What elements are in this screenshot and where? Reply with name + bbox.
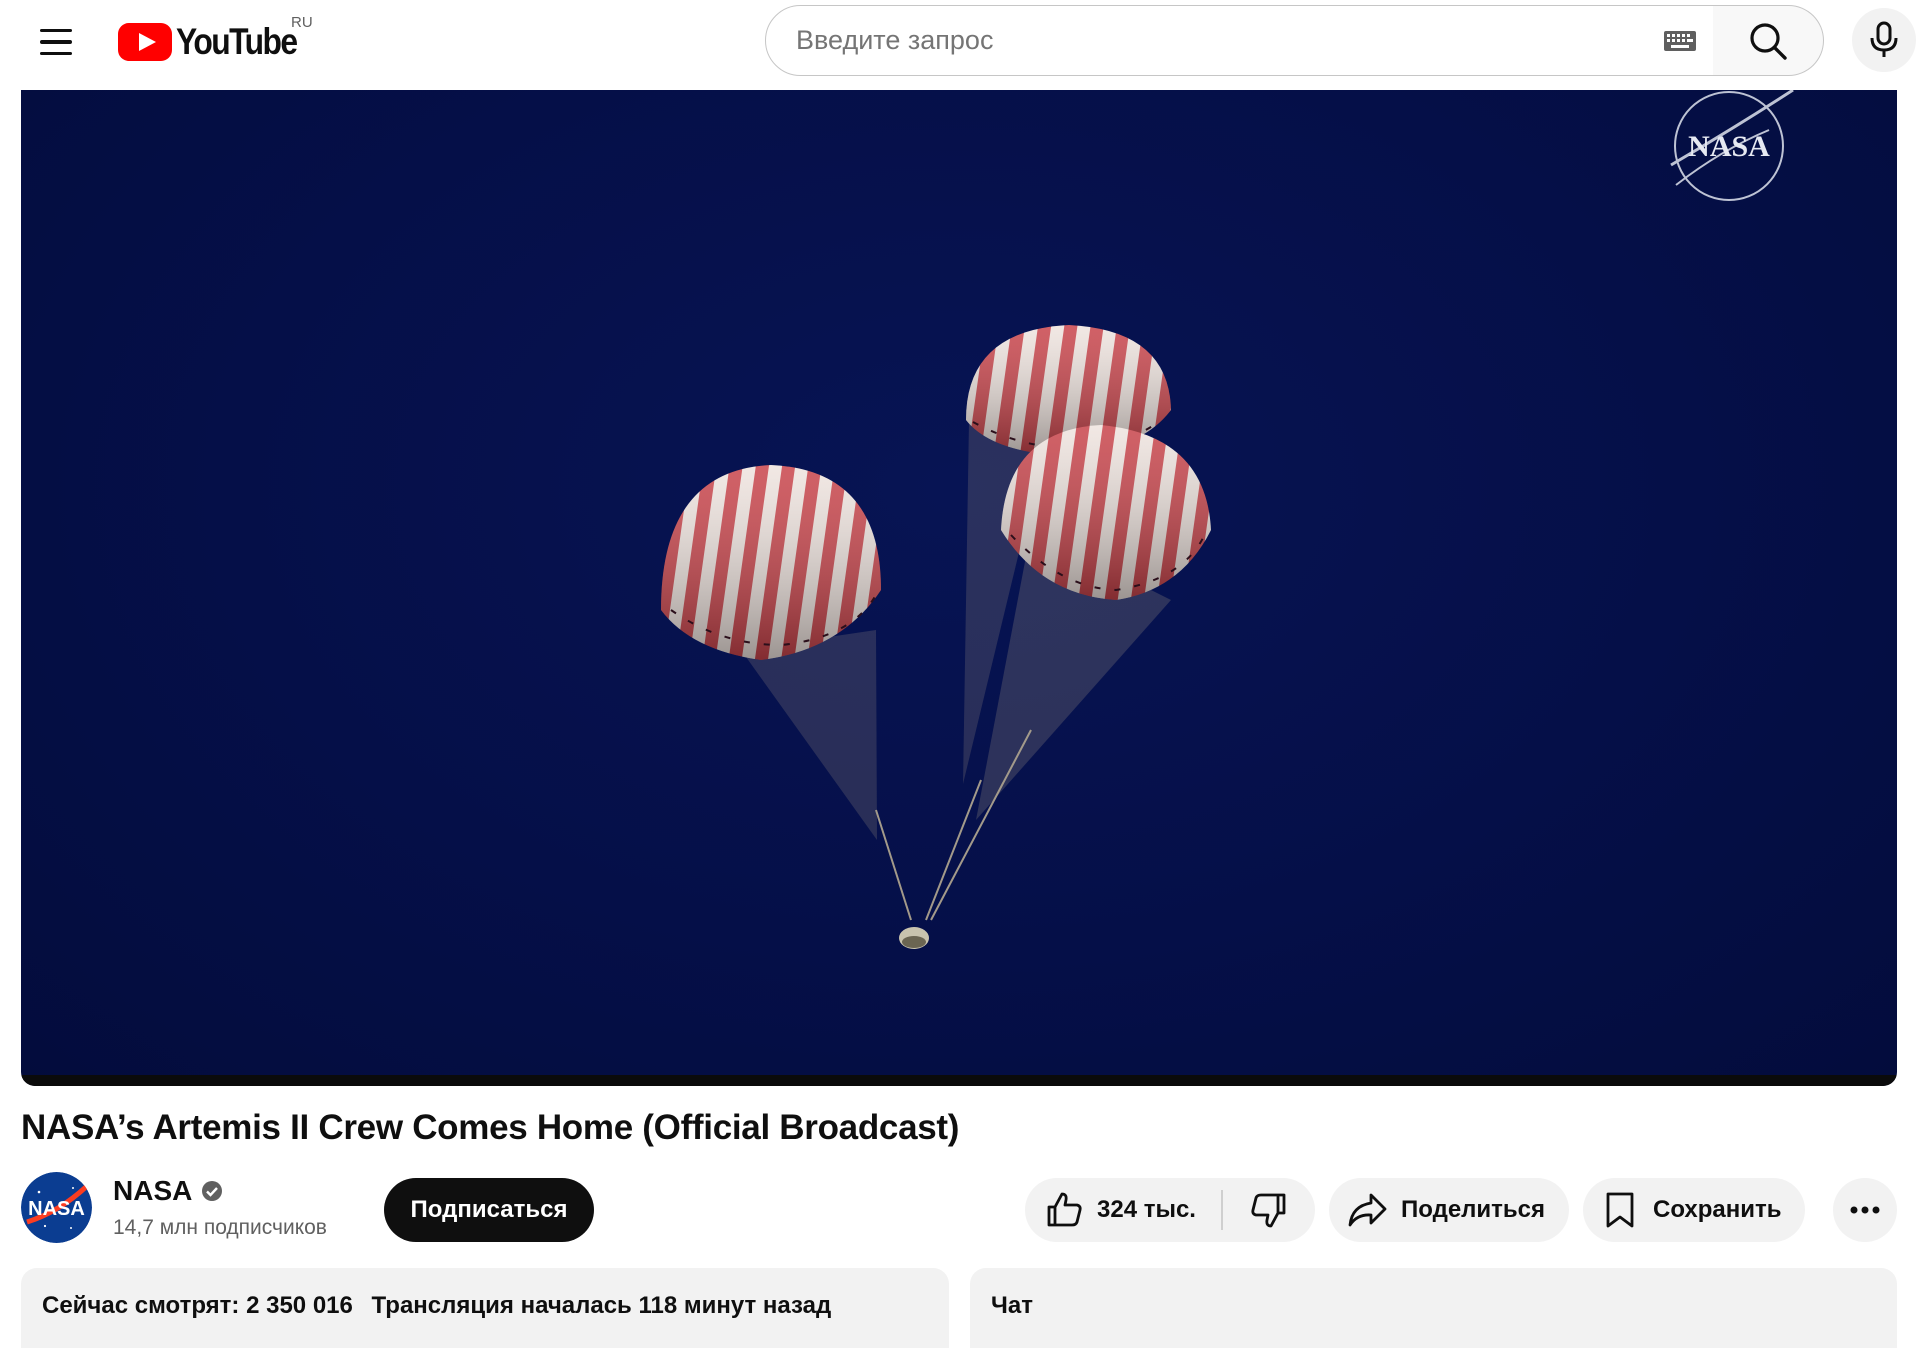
video-player[interactable]: NASA: [21, 90, 1897, 1086]
guide-menu-button[interactable]: [30, 16, 82, 68]
save-button[interactable]: Сохранить: [1583, 1178, 1805, 1242]
live-chat-panel[interactable]: Чат: [970, 1268, 1897, 1348]
more-horizontal-icon: [1850, 1206, 1880, 1214]
search-box: [765, 5, 1714, 76]
share-button[interactable]: Поделиться: [1329, 1178, 1569, 1242]
like-button[interactable]: 324 тыс.: [1025, 1178, 1221, 1242]
share-icon: [1348, 1193, 1387, 1227]
youtube-play-icon: [118, 23, 172, 61]
chat-title: Чат: [991, 1292, 1033, 1319]
search-input[interactable]: [794, 24, 1663, 57]
keyboard-icon[interactable]: [1663, 30, 1697, 52]
stream-start-time: Трансляция началась 118 минут назад: [371, 1292, 832, 1319]
video-frame: NASA: [661, 90, 1794, 949]
subscriber-count: 14,7 млн подписчиков: [113, 1216, 327, 1239]
save-label: Сохранить: [1653, 1196, 1782, 1223]
like-count: 324 тыс.: [1097, 1196, 1196, 1223]
capsule: [899, 927, 929, 949]
country-code: RU: [291, 14, 313, 31]
parachute-left: [661, 465, 881, 660]
microphone-icon: [1870, 21, 1898, 57]
logo-wordmark: YouTube: [176, 21, 298, 62]
verified-icon: [202, 1181, 223, 1201]
progress-bar[interactable]: [21, 1075, 1897, 1086]
hamburger-icon: [40, 28, 72, 33]
share-label: Поделиться: [1401, 1196, 1546, 1223]
search-button[interactable]: [1713, 5, 1824, 76]
concurrent-viewers: Сейчас смотрят: 2 350 016: [42, 1292, 353, 1319]
search-icon: [1750, 22, 1787, 60]
avatar-text: NASA: [28, 1198, 85, 1220]
nasa-watermark-text: NASA: [1688, 130, 1770, 163]
thumbs-down-icon: [1251, 1193, 1286, 1228]
more-actions-button[interactable]: [1833, 1178, 1897, 1242]
bookmark-icon: [1606, 1192, 1634, 1228]
thumbs-up-icon: [1047, 1192, 1082, 1227]
nasa-logo-icon: NASA: [21, 1172, 92, 1243]
channel-avatar[interactable]: NASA: [21, 1172, 92, 1243]
like-dislike-group: 324 тыс.: [1025, 1178, 1315, 1242]
channel-name-text: NASA: [113, 1175, 193, 1206]
subscribe-button[interactable]: Подписаться: [384, 1178, 594, 1242]
masthead: YouTube RU: [0, 0, 1920, 90]
youtube-logo[interactable]: YouTube: [118, 18, 316, 66]
dislike-button[interactable]: [1223, 1178, 1316, 1242]
voice-search-button[interactable]: [1852, 8, 1916, 72]
description-panel[interactable]: Сейчас смотрят: 2 350 016 Трансляция нач…: [21, 1268, 949, 1348]
video-title: NASA’s Artemis II Crew Comes Home (Offic…: [21, 1108, 960, 1147]
channel-name[interactable]: NASA: [113, 1175, 223, 1207]
